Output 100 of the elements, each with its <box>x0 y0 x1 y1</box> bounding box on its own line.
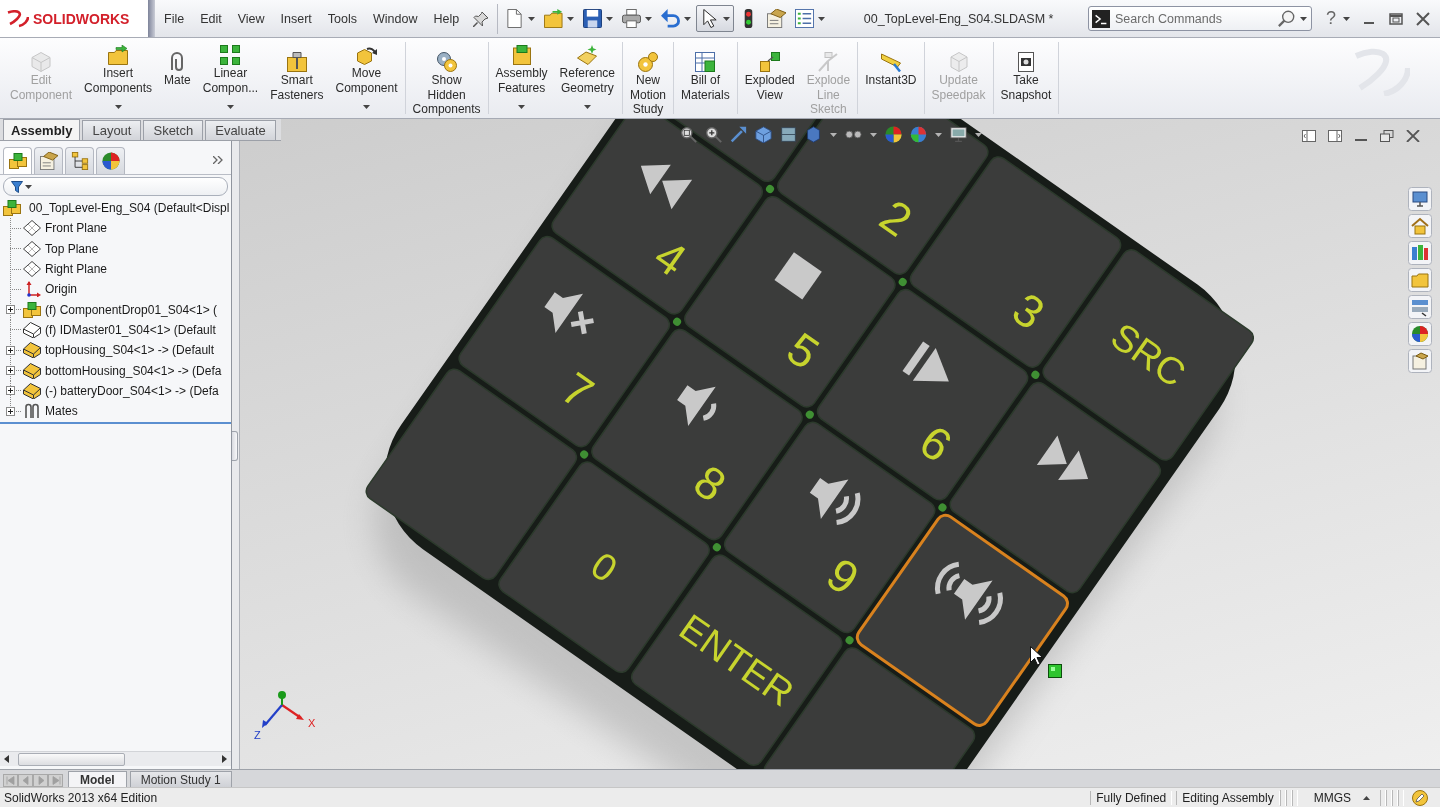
home-icon[interactable] <box>1408 214 1432 238</box>
menu-item[interactable]: Edit <box>192 8 230 29</box>
panel-tab[interactable] <box>3 147 32 174</box>
cube-icon[interactable] <box>780 126 797 143</box>
caret-up-icon[interactable] <box>1363 795 1370 800</box>
tree-item[interactable]: (f) ComponentDrop01_S04<1> ( <box>41 302 218 317</box>
restore-icon[interactable] <box>1389 11 1403 26</box>
monitor-icon[interactable] <box>950 126 967 143</box>
caret-icon[interactable] <box>363 105 370 109</box>
ribbon-button[interactable]: Move Component <box>329 42 404 118</box>
tree-item[interactable]: Front Plane <box>41 221 108 236</box>
ribbon-button[interactable]: Bill of Materials <box>675 42 736 118</box>
tree-item[interactable]: topHousing_S04<1> -> (Default <box>41 343 215 358</box>
ribbon-button[interactable]: Instant3D <box>859 42 923 118</box>
left-arrow-icon[interactable] <box>4 755 9 763</box>
caret-icon[interactable] <box>870 132 877 137</box>
caret-icon[interactable] <box>818 16 826 21</box>
tree-item[interactable]: (-) batteryDoor_S04<1> -> (Defa <box>41 383 219 398</box>
tree-item[interactable]: Origin <box>41 282 77 297</box>
caret-icon[interactable] <box>975 132 982 137</box>
panel-tab[interactable] <box>96 147 125 174</box>
caret-icon[interactable] <box>226 105 234 109</box>
filter-field[interactable] <box>3 177 228 196</box>
expand-toggle[interactable] <box>6 406 15 416</box>
menu-item[interactable]: View <box>229 8 273 29</box>
expand-toggle[interactable] <box>6 366 15 375</box>
ribbon-button[interactable]: Insert Components <box>78 42 159 118</box>
expand-toggle[interactable] <box>6 345 15 355</box>
ribbon-button[interactable]: Exploded View <box>738 42 801 118</box>
pushpin-icon[interactable] <box>473 10 490 27</box>
ribbon-button[interactable]: Assembly Features <box>489 42 554 118</box>
expand-toggle[interactable] <box>6 305 15 315</box>
splitter-handle[interactable] <box>232 431 238 461</box>
ribbon-button[interactable]: New Motion Study <box>624 42 672 118</box>
menu-item[interactable]: Insert <box>272 8 320 29</box>
pencil-icon[interactable] <box>1412 789 1428 806</box>
color-wheel-icon[interactable] <box>1408 322 1432 346</box>
command-tab[interactable]: Evaluate <box>205 120 276 140</box>
scrollbar-thumb[interactable] <box>18 752 125 766</box>
caret-icon[interactable] <box>606 16 614 21</box>
ribbon-button[interactable]: Mate <box>158 42 197 118</box>
tree-item[interactable]: 00_TopLevel-Eng_S04 (Default<Displ <box>25 201 230 216</box>
split-left-icon[interactable] <box>1302 130 1316 142</box>
tree-item[interactable]: Mates <box>41 404 78 419</box>
cube-icon[interactable] <box>755 126 772 143</box>
document-tab[interactable]: Motion Study 1 <box>129 771 232 787</box>
tree-item[interactable]: (f) IDMaster01_S04<1> (Default <box>41 322 216 337</box>
ribbon-button[interactable]: Linear Compon... <box>196 42 265 118</box>
caret-icon[interactable] <box>645 16 653 21</box>
menu-item[interactable]: Help <box>425 8 468 29</box>
horizontal-scrollbar[interactable] <box>0 751 231 766</box>
color-wheel-icon[interactable] <box>885 126 902 143</box>
restore-icon[interactable] <box>1380 130 1394 142</box>
split-right-icon[interactable] <box>1328 130 1342 142</box>
globe-icon[interactable] <box>910 126 927 143</box>
caret-icon[interactable] <box>583 105 591 109</box>
layers-icon[interactable] <box>1408 295 1432 319</box>
menu-item[interactable]: Window <box>365 8 426 29</box>
units-button[interactable]: MMGS <box>1297 790 1363 805</box>
cube-icon[interactable] <box>805 126 822 143</box>
toolbar-button[interactable] <box>696 5 735 32</box>
tree-item[interactable]: Right Plane <box>41 262 108 277</box>
caret-icon[interactable] <box>1343 16 1350 21</box>
arrow-icon[interactable] <box>730 126 747 143</box>
magnifier-icon[interactable] <box>680 126 697 143</box>
caret-icon[interactable] <box>567 16 575 21</box>
tree-item[interactable]: Top Plane <box>41 241 99 256</box>
caret-icon[interactable] <box>723 16 731 21</box>
books-icon[interactable] <box>1408 241 1432 265</box>
double-chevron-icon[interactable] <box>213 156 223 164</box>
caret-icon[interactable] <box>684 16 692 21</box>
command-tab[interactable]: Sketch <box>143 120 204 140</box>
command-tab[interactable]: Assembly <box>3 119 81 140</box>
caret-icon[interactable] <box>830 132 837 137</box>
search-field[interactable]: Search Commands <box>1088 6 1312 31</box>
help-button[interactable]: ? <box>1324 8 1338 29</box>
search-icon[interactable] <box>1278 10 1295 27</box>
panel-tab[interactable] <box>34 147 63 174</box>
close-icon[interactable] <box>1406 130 1420 142</box>
ribbon-button[interactable]: Show Hidden Components <box>406 42 487 118</box>
close-icon[interactable] <box>1416 11 1430 26</box>
panel-tab[interactable] <box>65 147 94 174</box>
right-arrow-icon[interactable] <box>222 755 227 763</box>
clipboard-icon[interactable] <box>1408 349 1432 373</box>
ribbon-button[interactable]: Smart Fasteners <box>264 42 330 118</box>
caret-icon[interactable] <box>114 105 122 109</box>
ribbon-button[interactable]: Take Snapshot <box>994 42 1058 118</box>
tree-item[interactable]: bottomHousing_S04<1> -> (Defa <box>41 363 222 378</box>
caret-icon[interactable] <box>528 16 536 21</box>
expand-toggle[interactable] <box>6 386 15 396</box>
magnifier-icon[interactable] <box>705 126 722 143</box>
document-tab[interactable]: Model <box>68 771 127 787</box>
caret-icon[interactable] <box>1300 16 1307 21</box>
caret-icon[interactable] <box>518 105 526 109</box>
caret-icon[interactable] <box>25 184 32 189</box>
caret-icon[interactable] <box>935 132 942 137</box>
ribbon-button[interactable]: Reference Geometry <box>553 42 621 118</box>
menu-item[interactable]: Tools <box>319 8 366 29</box>
menu-item[interactable]: File <box>156 8 193 29</box>
command-tab[interactable]: Layout <box>82 120 142 140</box>
